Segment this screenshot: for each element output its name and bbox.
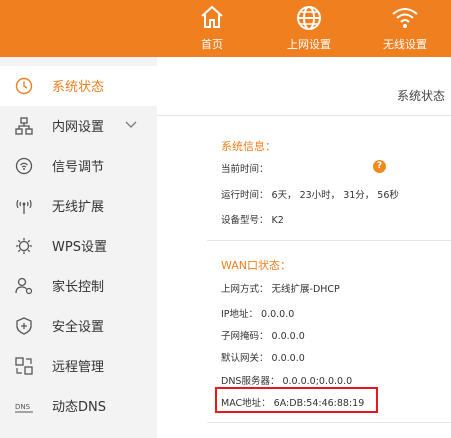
nav-internet-label: 上网设置 [287,38,331,51]
clock-icon [15,77,33,95]
sidebar-item-parental-control[interactable]: 家长控制 [0,266,157,306]
connection-type-row: 上网方式： 无线扩展-DHCP [221,284,340,295]
parent-icon [15,277,33,295]
gateway-row: 默认网关： 0.0.0.0 [221,353,305,364]
sidebar-item-system-status[interactable]: 系统状态 [0,66,157,106]
ip-address-row: IP地址： 0.0.0.0 [221,309,295,320]
sidebar-item-signal-adjust[interactable]: 信号调节 [0,146,157,186]
sidebar-item-lan-settings[interactable]: 内网设置 [0,106,157,146]
model-row: 设备型号： K2 [221,215,284,226]
nav-wireless-label: 无线设置 [383,38,427,51]
sidebar-item-label: 内网设置 [52,120,105,135]
bottom-divider [207,422,451,423]
svg-text:DNS: DNS [15,403,31,411]
sidebar-item-dynamic-dns[interactable]: DNS 动态DNS [0,386,157,426]
chevron-down-icon [125,121,137,128]
wan-status-title: WAN口状态： [221,259,292,272]
top-nav-bar: 首页 上网设置 无线设置 [0,0,451,57]
sidebar-item-label: WPS设置 [52,240,107,255]
sidebar-item-remote-management[interactable]: 远程管理 [0,346,157,386]
sidebar-item-security-settings[interactable]: 安全设置 [0,306,157,346]
sidebar-item-wireless-extend[interactable]: 无线扩展 [0,186,157,226]
wps-gear-icon [16,238,32,254]
nav-internet-settings[interactable]: 上网设置 [280,0,338,57]
nav-home-label: 首页 [201,38,223,51]
section-divider [207,240,451,241]
sidebar: 系统状态 内网设置 信号调节 无线扩展 WPS设置 家长控制 安全设置 远程管理… [0,57,157,438]
sidebar-item-label: 安全设置 [52,320,105,335]
title-divider [157,115,451,116]
home-icon [201,5,223,28]
sidebar-item-label: 系统状态 [52,80,105,95]
wifi-icon [392,8,418,28]
wireless-extend-icon [16,199,32,214]
sidebar-item-wps-settings[interactable]: WPS设置 [0,226,157,266]
shield-icon [16,317,32,335]
remote-icon [15,357,33,375]
signal-icon [15,157,33,175]
system-info-title: 系统信息： [221,140,276,153]
sidebar-item-label: 无线扩展 [52,200,105,215]
network-icon [15,117,33,135]
current-time-label: 当前时间： [221,164,269,175]
uptime-row: 运行时间： 6天， 23小时， 31分， 56秒 [221,190,399,201]
sidebar-item-label: 家长控制 [52,280,105,295]
mac-address-row: MAC地址： 6A:DB:54:46:88:19 [221,398,365,409]
current-time-row: 当前时间： [221,161,269,175]
dns-server-row: DNS服务器： 0.0.0.0;0.0.0.0 [221,376,353,387]
page-title: 系统状态 [396,89,445,103]
dns-icon: DNS [15,403,33,413]
subnet-mask-row: 子网掩码： 0.0.0.0 [221,331,305,342]
nav-wireless-settings[interactable]: 无线设置 [376,0,434,57]
help-icon[interactable]: ? [373,160,386,173]
sidebar-item-label: 动态DNS [52,400,106,415]
sidebar-item-label: 远程管理 [52,360,105,375]
sidebar-item-label: 信号调节 [52,160,105,175]
globe-icon [297,6,321,30]
nav-home[interactable]: 首页 [190,0,234,57]
